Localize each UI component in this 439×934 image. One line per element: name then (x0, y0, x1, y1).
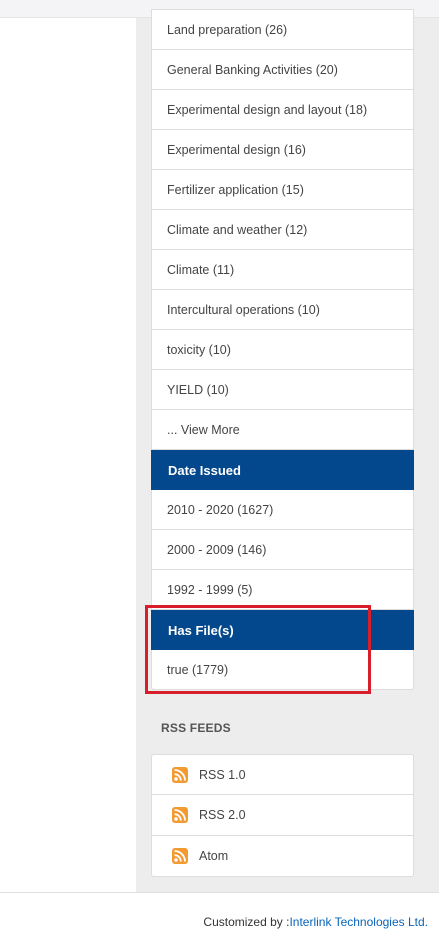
footer-prefix: Customized by : (203, 915, 290, 929)
facet-item-subject[interactable]: Intercultural operations (10) (151, 290, 414, 330)
facet-item-subject[interactable]: Experimental design and layout (18) (151, 90, 414, 130)
facet-item-subject[interactable]: Climate (11) (151, 250, 414, 290)
rss-feed-list: RSS 1.0 RSS 2.0 Atom (151, 754, 414, 877)
rss-icon (172, 848, 188, 864)
facet-item-subject[interactable]: Experimental design (16) (151, 130, 414, 170)
main-content-area (0, 18, 136, 892)
date-issued-header: Date Issued (151, 450, 414, 490)
facet-item-subject[interactable]: Climate and weather (12) (151, 210, 414, 250)
footer-divider (0, 892, 439, 893)
view-more-link[interactable]: ... View More (151, 410, 414, 450)
rss-feed-label: Atom (199, 849, 229, 863)
has-files-header: Has File(s) (151, 610, 414, 650)
rss-feed-label: RSS 1.0 (199, 767, 246, 782)
facet-item-date[interactable]: 2000 - 2009 (146) (151, 530, 414, 570)
facet-item-subject[interactable]: General Banking Activities (20) (151, 50, 414, 90)
rss-feed-link[interactable]: Atom (151, 836, 414, 877)
facet-item-subject[interactable]: Fertilizer application (15) (151, 170, 414, 210)
rss-feed-label: RSS 2.0 (199, 808, 246, 822)
rss-feed-link[interactable]: RSS 2.0 (151, 795, 414, 836)
facet-item-date[interactable]: 2010 - 2020 (1627) (151, 490, 414, 530)
facet-list: Land preparation (26) General Banking Ac… (151, 9, 414, 690)
facet-item-subject[interactable]: toxicity (10) (151, 330, 414, 370)
facet-item-date[interactable]: 1992 - 1999 (5) (151, 570, 414, 610)
facet-item-subject[interactable]: Land preparation (26) (151, 9, 414, 50)
facet-item-subject[interactable]: YIELD (10) (151, 370, 414, 410)
rss-feed-link[interactable]: RSS 1.0 (151, 754, 414, 795)
footer-credit: Customized by :Interlink Technologies Lt… (203, 915, 428, 929)
footer-company-link[interactable]: Interlink Technologies Ltd. (289, 915, 428, 929)
rss-feeds-title: RSS FEEDS (161, 721, 231, 735)
rss-icon (172, 807, 188, 823)
facet-item-has-file[interactable]: true (1779) (151, 650, 414, 690)
rss-icon (172, 766, 188, 783)
